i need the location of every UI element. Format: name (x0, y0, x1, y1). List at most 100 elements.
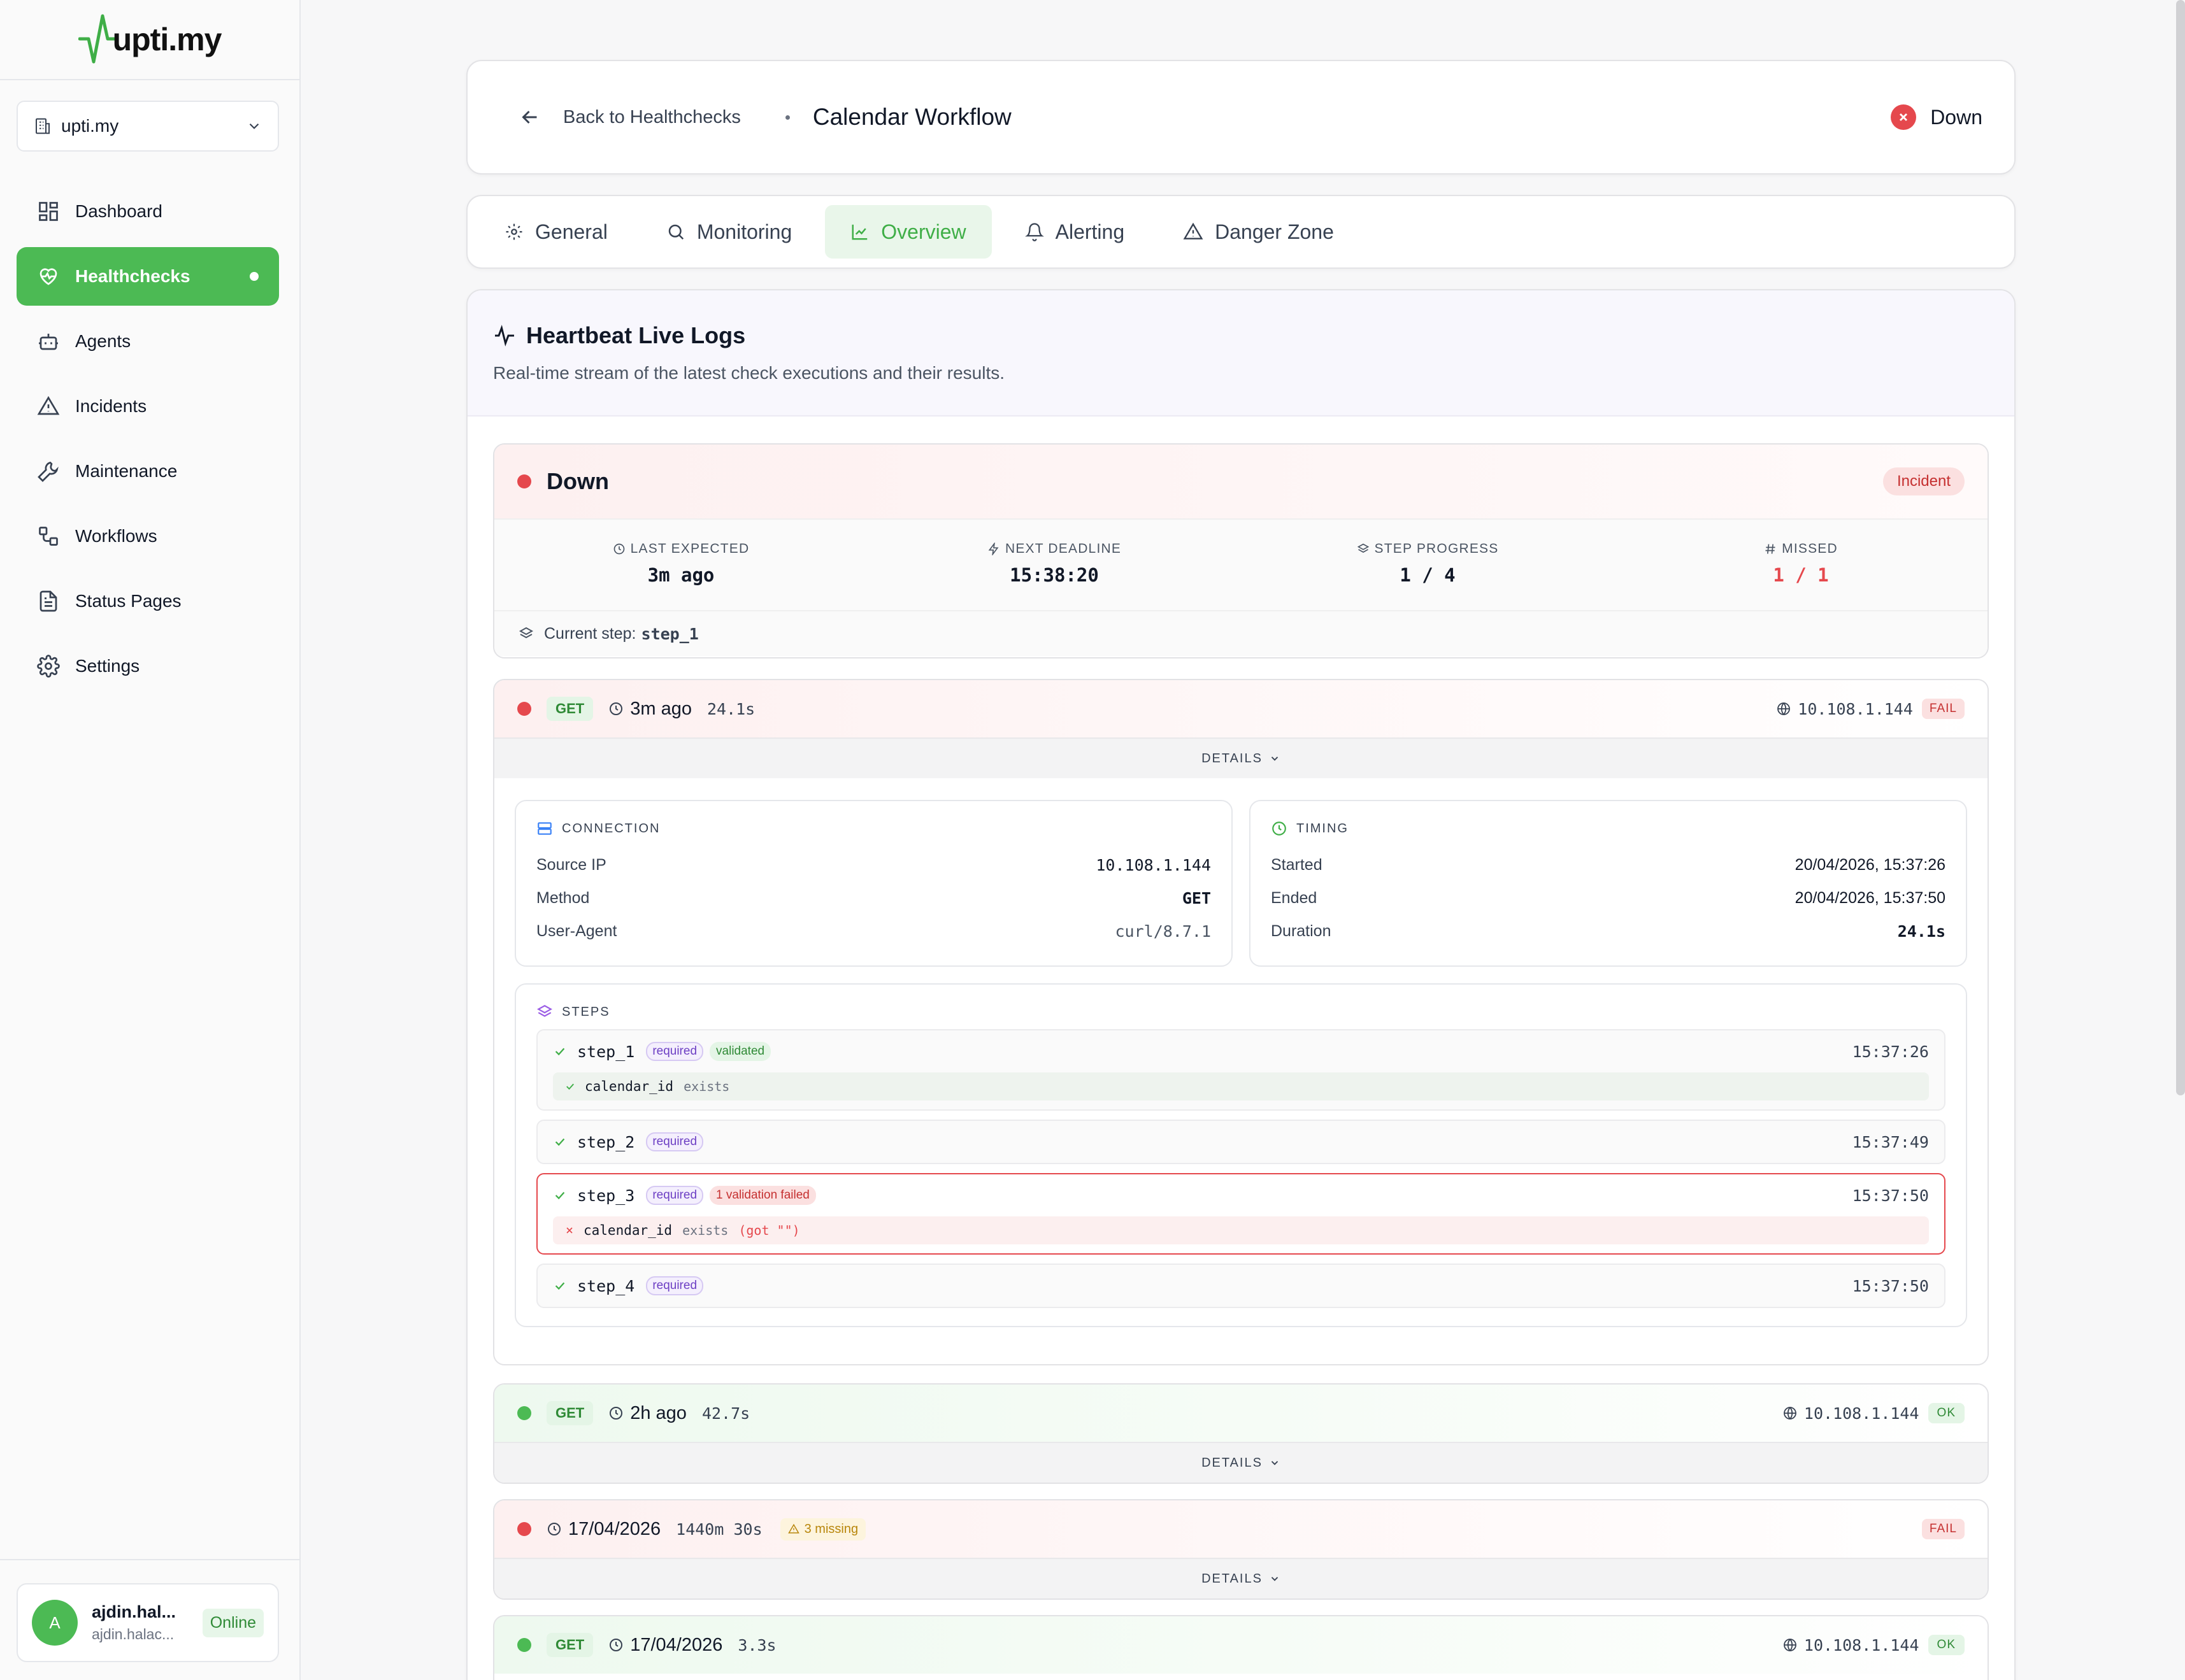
tab-general[interactable]: General (479, 205, 633, 259)
sidebar-item-settings[interactable]: Settings (17, 637, 279, 695)
step-item[interactable]: step_1 required validated 15:37:26 calen… (536, 1029, 1945, 1111)
check-icon (555, 1192, 565, 1200)
log-entry: GET 3m ago 24.1s 10.108.1.144 FAIL DETAI… (493, 679, 1989, 1365)
x-icon (566, 1227, 573, 1234)
sidebar-item-healthchecks[interactable]: Healthchecks (17, 247, 279, 306)
org-select[interactable]: upti.my (17, 101, 279, 152)
clock-icon (613, 543, 624, 555)
status-dot (517, 702, 531, 716)
entry-time: 17/04/2026 (568, 1518, 661, 1539)
stat-missed: MISSED 1 / 1 (1614, 520, 1988, 610)
sidebar-item-dashboard[interactable]: Dashboard (17, 182, 279, 241)
result-badge: OK (1928, 1403, 1965, 1423)
sidebar-item-label: Agents (75, 331, 131, 351)
sidebar-item-status-pages[interactable]: Status Pages (17, 572, 279, 630)
sidebar-item-maintenance[interactable]: Maintenance (17, 442, 279, 501)
required-tag: required (646, 1276, 704, 1295)
result-badge: FAIL (1921, 1519, 1965, 1539)
status-dot (517, 474, 531, 488)
logo[interactable]: upti.my (0, 0, 299, 80)
chevron-down-icon (249, 123, 259, 129)
clock-icon (1272, 822, 1286, 836)
tab-monitoring[interactable]: Monitoring (641, 205, 817, 259)
sidebar-item-label: Maintenance (75, 461, 178, 481)
globe-icon (1784, 1407, 1796, 1420)
step-time: 15:37:50 (1852, 1186, 1929, 1205)
details-label: DETAILS (1201, 1571, 1263, 1586)
sidebar-item-workflows[interactable]: Workflows (17, 507, 279, 566)
method-badge: GET (547, 697, 594, 721)
warning-triangle-icon (1183, 222, 1203, 239)
server-icon (538, 822, 552, 835)
x-circle-icon (1891, 104, 1917, 130)
activity-icon (495, 324, 514, 347)
steps-panel: STEPS step_1 required validated 15:37:26… (515, 983, 1967, 1327)
tab-label: Overview (881, 220, 966, 243)
kv-key: User-Agent (536, 922, 617, 940)
clock-icon (548, 1523, 561, 1535)
stat-last-expected: LAST EXPECTED 3m ago (494, 520, 868, 610)
check-icon (555, 1048, 565, 1056)
logs-header: Heartbeat Live Logs Real-time stream of … (468, 290, 2014, 416)
step-item[interactable]: step_3 required 1 validation failed 15:3… (536, 1173, 1945, 1255)
validation-field: calendar_id (585, 1079, 674, 1094)
panel-title: CONNECTION (562, 821, 661, 836)
stat-next-deadline: NEXT DEADLINE 15:38:20 (868, 520, 1241, 610)
tab-danger-zone[interactable]: Danger Zone (1157, 205, 1359, 259)
details-toggle[interactable]: DETAILS (494, 1442, 1988, 1483)
building-icon (36, 118, 50, 134)
method-badge: GET (547, 1633, 594, 1657)
stat-label: LAST EXPECTED (630, 541, 750, 556)
layers-icon (519, 627, 534, 639)
kv-key: Ended (1271, 888, 1317, 907)
status-indicator: Down (1891, 104, 1982, 130)
user-card[interactable]: A ajdin.hal... ajdin.halac... Online (17, 1583, 279, 1662)
wrench-icon (38, 462, 59, 482)
scrollbar[interactable] (2176, 0, 2185, 1095)
logs-subtitle: Real-time stream of the latest check exe… (493, 363, 1005, 383)
incident-badge[interactable]: Incident (1882, 467, 1965, 495)
arrow-left-icon[interactable] (519, 106, 541, 129)
required-tag: required (646, 1042, 704, 1061)
check-icon (566, 1083, 574, 1090)
globe-icon (1777, 702, 1791, 715)
missing-badge: 3 missing (780, 1518, 866, 1541)
details-toggle[interactable]: DETAILS (494, 1558, 1988, 1598)
validation-failed-tag: 1 validation failed (710, 1186, 816, 1205)
sidebar-item-incidents[interactable]: Incidents (17, 377, 279, 436)
line-chart-icon (852, 224, 868, 240)
stat-value: 15:38:20 (1010, 564, 1099, 586)
kv-value: 20/04/2026, 15:37:26 (1795, 855, 1945, 874)
layers-icon (1357, 543, 1369, 553)
dashboard-icon (39, 202, 58, 221)
kv-value: 24.1s (1897, 922, 1945, 941)
chevron-down-icon (1271, 1461, 1279, 1465)
current-step: Current step: step_1 (494, 611, 1988, 656)
tab-label: Alerting (1055, 220, 1125, 243)
tab-overview[interactable]: Overview (825, 205, 992, 259)
step-item[interactable]: step_2 required 15:37:49 (536, 1120, 1945, 1164)
back-link[interactable]: Back to Healthchecks (563, 107, 741, 128)
validation-row: calendar_id exists (got "") (553, 1216, 1929, 1244)
current-step-value: step_1 (641, 624, 699, 643)
sidebar-item-label: Dashboard (75, 201, 162, 221)
warning-triangle-icon (37, 395, 60, 415)
clock-icon (610, 1407, 623, 1420)
stat-step-progress: STEP PROGRESS 1 / 4 (1241, 520, 1614, 610)
details-toggle[interactable]: DETAILS (494, 737, 1988, 778)
log-entry: GET 17/04/2026 3.3s 10.108.1.144 OK (493, 1615, 1989, 1680)
logs-title: Heartbeat Live Logs (526, 322, 746, 348)
sidebar-item-label: Workflows (75, 526, 157, 546)
log-entry: 17/04/2026 1440m 30s 3 missing FAIL DETA… (493, 1499, 1989, 1600)
step-item[interactable]: step_4 required 15:37:50 (536, 1264, 1945, 1308)
kv-key: Duration (1271, 922, 1331, 940)
tab-bar: General Monitoring Overview Alerting Dan… (466, 195, 2016, 269)
chevron-down-icon (1271, 1577, 1279, 1581)
divider (0, 1559, 301, 1560)
tab-alerting[interactable]: Alerting (999, 205, 1150, 259)
sidebar-item-agents[interactable]: Agents (17, 312, 279, 371)
stat-label: MISSED (1782, 541, 1838, 556)
tab-label: Monitoring (696, 220, 792, 243)
check-icon (555, 1138, 565, 1146)
gear-icon (37, 655, 60, 678)
